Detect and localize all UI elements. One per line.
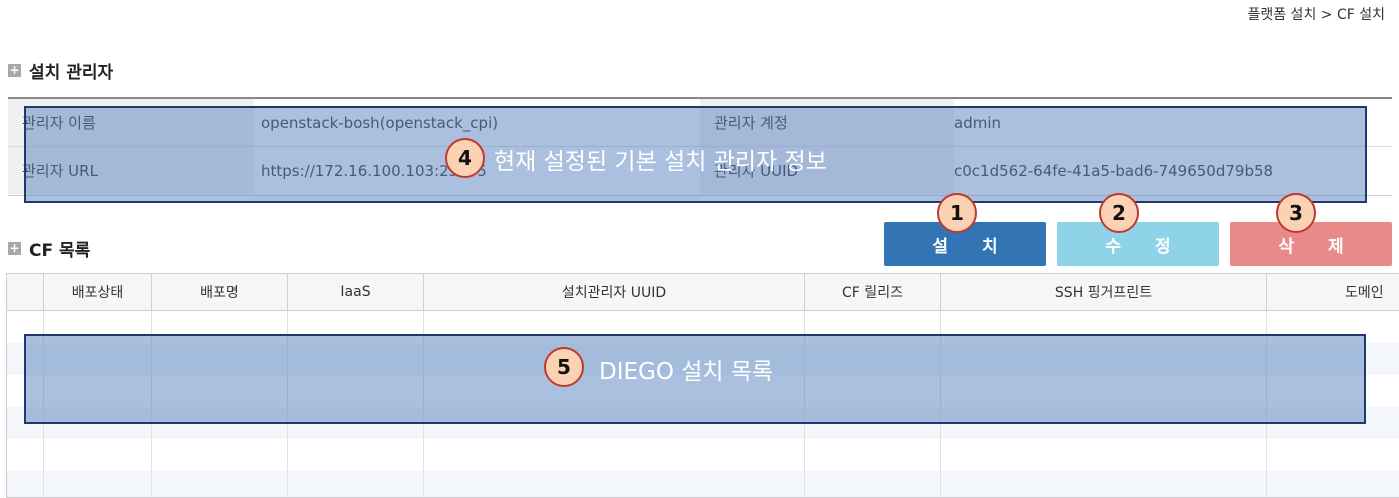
callout-badge-5: 5 [544,347,584,387]
column-deploy-name[interactable]: 배포명 [152,274,288,310]
cf-section-title: + CF 목록 [8,236,90,261]
column-director-uuid[interactable]: 설치관리자 UUID [424,274,805,310]
breadcrumb: 플랫폼 설치 > CF 설치 [1247,7,1385,23]
column-deploy-status[interactable]: 배포상태 [44,274,152,310]
column-domain[interactable]: 도메인 [1267,274,1399,310]
callout-note-5: DIEGO 설치 목록 [599,359,774,385]
plus-icon: + [8,241,21,255]
grid-header: 배포상태 배포명 IaaS 설치관리자 UUID CF 릴리즈 SSH 핑거프린… [7,274,1399,311]
table-row[interactable] [7,439,1399,471]
column-cf-release[interactable]: CF 릴리즈 [805,274,941,310]
table-row[interactable] [7,471,1399,497]
director-section-label: 설치 관리자 [29,63,114,83]
plus-icon: + [8,63,21,77]
grid-header-rownum [7,274,44,310]
column-ssh-fingerprint[interactable]: SSH 핑거프린트 [941,274,1267,310]
cf-section-label: CF 목록 [29,241,91,261]
callout-badge-4: 4 [445,138,485,178]
callout-badge-1: 1 [937,193,977,233]
callout-badge-3: 3 [1276,193,1316,233]
director-section-title: + 설치 관리자 [8,58,113,83]
callout-badge-2: 2 [1099,193,1139,233]
column-iaas[interactable]: IaaS [288,274,424,310]
delete-button[interactable]: 삭 제 [1230,222,1392,266]
edit-button[interactable]: 수 정 [1057,222,1219,266]
callout-note-4: 현재 설정된 기본 설치 관리자 정보 [494,149,827,175]
